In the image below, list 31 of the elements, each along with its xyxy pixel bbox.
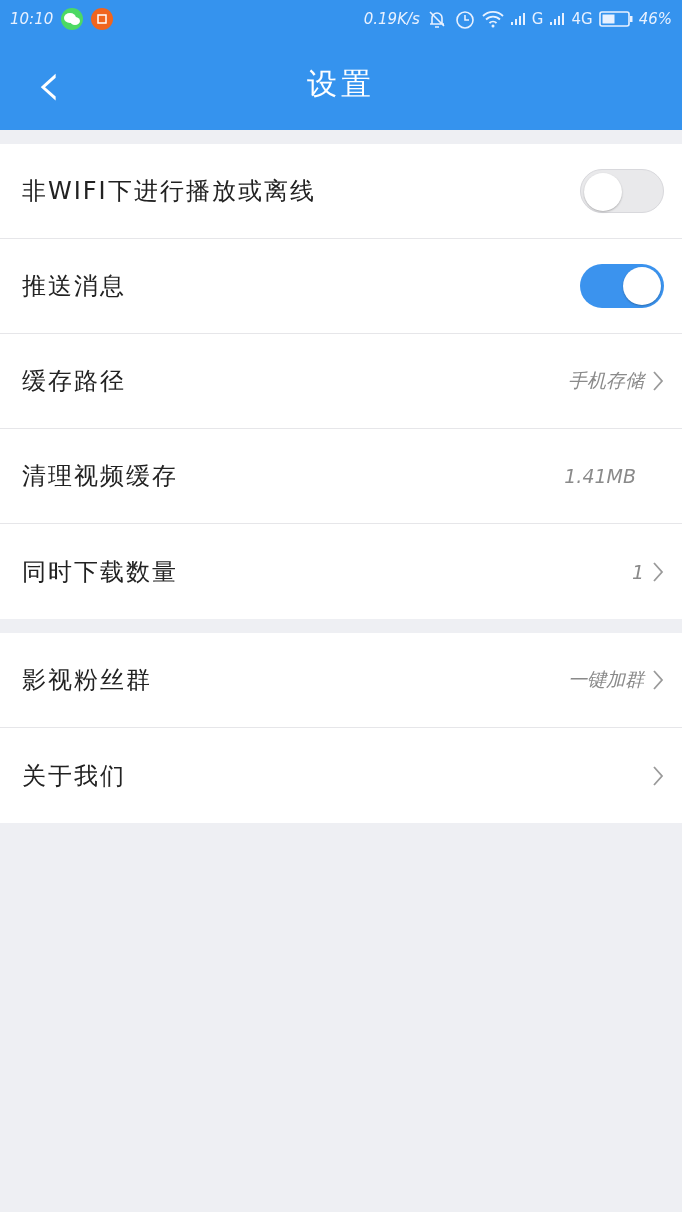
network-speed: 0.19K/s bbox=[363, 10, 420, 28]
battery-icon bbox=[598, 11, 633, 27]
setting-label: 非WIFI下进行播放或离线 bbox=[22, 176, 316, 207]
signal-icon bbox=[509, 11, 526, 27]
setting-label: 影视粉丝群 bbox=[22, 665, 152, 696]
chevron-right-icon[interactable] bbox=[652, 560, 664, 583]
wifi-icon bbox=[481, 10, 504, 28]
toggle-switch[interactable] bbox=[580, 264, 664, 308]
chevron-right-icon[interactable] bbox=[652, 669, 664, 691]
toggle-switch[interactable] bbox=[580, 169, 664, 213]
setting-value: 一键加群 bbox=[568, 667, 644, 692]
page-title: 设置 bbox=[307, 64, 375, 103]
setting-value: 手机存储 bbox=[568, 368, 644, 393]
back-button[interactable]: ‹ bbox=[26, 54, 72, 114]
setting-value: 1.41MB bbox=[564, 465, 636, 487]
setting-label: 推送消息 bbox=[22, 271, 126, 302]
setting-value: 1 bbox=[631, 560, 644, 583]
chat-app-icon bbox=[61, 8, 84, 30]
signal-icon bbox=[549, 11, 566, 27]
network-type: G bbox=[531, 10, 544, 28]
chevron-right-icon[interactable] bbox=[652, 764, 664, 787]
setting-label: 清理视频缓存 bbox=[22, 461, 178, 492]
app-notification-icon bbox=[91, 8, 114, 30]
alarm-clock-icon bbox=[453, 8, 476, 30]
setting-label: 同时下载数量 bbox=[22, 556, 178, 588]
chevron-right-icon[interactable] bbox=[652, 370, 664, 392]
network-type: 4G bbox=[571, 10, 593, 28]
battery-percent: 46% bbox=[638, 10, 672, 28]
setting-label: 缓存路径 bbox=[22, 366, 126, 397]
status-time: 10:10 bbox=[10, 10, 54, 28]
setting-label: 关于我们 bbox=[22, 760, 126, 792]
